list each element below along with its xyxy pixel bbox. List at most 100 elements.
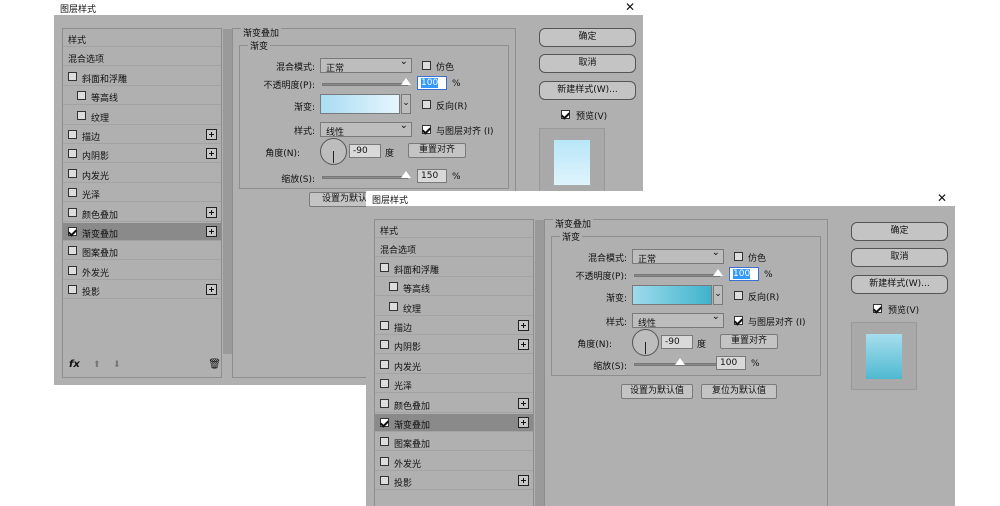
sidebar-item[interactable]: 内发光 [63, 165, 221, 183]
sidebar-checkbox[interactable] [380, 437, 389, 447]
slider-thumb[interactable] [675, 358, 685, 365]
angle-input[interactable]: -90 [661, 335, 693, 349]
new-style-button[interactable]: 新建样式(W)... [851, 275, 948, 294]
sidebar-checkbox[interactable] [68, 149, 77, 159]
ok-button[interactable]: 确定 [539, 28, 636, 47]
sidebar-item[interactable]: 描边 [375, 317, 533, 335]
sidebar-checkbox[interactable] [68, 71, 77, 81]
sidebar-item[interactable]: 颜色叠加 [63, 204, 221, 222]
sidebar-item[interactable]: 混合选项 [375, 239, 533, 258]
angle-dial[interactable] [320, 138, 347, 165]
sidebar-item[interactable]: 斜面和浮雕 [375, 259, 533, 277]
align-with-layer-checkbox[interactable] [734, 316, 743, 325]
sidebar-item[interactable]: 光泽 [375, 375, 533, 394]
style-select[interactable]: 线性 [320, 120, 412, 138]
reverse-checkbox[interactable] [422, 100, 431, 109]
chevron-down-icon[interactable]: ⌄ [401, 94, 411, 114]
sidebar-item[interactable]: 混合选项 [63, 48, 221, 67]
new-style-button[interactable]: 新建样式(W)... [539, 81, 636, 100]
sidebar-item[interactable]: 投影 [375, 472, 533, 491]
cancel-button[interactable]: 取消 [539, 54, 636, 73]
add-effect-icon[interactable] [518, 475, 529, 487]
scale-slider[interactable] [634, 358, 720, 366]
sidebar-checkbox[interactable] [68, 265, 77, 275]
gradient-swatch[interactable] [320, 94, 400, 114]
add-effect-icon[interactable] [518, 339, 529, 351]
reset-alignment-button[interactable]: 重置对齐 [720, 334, 778, 349]
sidebar-checkbox[interactable] [380, 321, 389, 330]
sidebar-item[interactable]: 样式 [375, 220, 533, 238]
sidebar-scrollbar[interactable] [223, 29, 232, 354]
sidebar-checkbox[interactable] [380, 456, 389, 466]
sidebar-item[interactable]: 等高线 [375, 278, 533, 297]
sidebar-item[interactable]: 投影 [63, 281, 221, 300]
blend-mode-select[interactable]: 正常 [632, 247, 724, 265]
sidebar-checkbox[interactable] [68, 168, 77, 178]
sidebar-item[interactable]: 描边 [63, 126, 221, 144]
add-effect-icon[interactable] [518, 417, 529, 428]
sidebar-item[interactable]: 内阴影 [375, 336, 533, 355]
sidebar-item[interactable]: 外发光 [375, 453, 533, 471]
sidebar-item[interactable]: 斜面和浮雕 [63, 68, 221, 86]
sidebar-item[interactable]: 光泽 [63, 184, 221, 203]
set-default-button[interactable]: 设置为默认值 [621, 384, 693, 399]
sidebar-checkbox[interactable] [389, 301, 398, 311]
slider-thumb[interactable] [401, 78, 411, 85]
chevron-down-icon[interactable]: ⌄ [713, 285, 723, 305]
angle-input[interactable]: -90 [349, 144, 381, 158]
style-select[interactable]: 线性 [632, 311, 724, 329]
scale-input[interactable]: 150 [417, 169, 447, 183]
reset-to-default-button[interactable]: 复位为默认值 [701, 384, 777, 399]
preview-checkbox[interactable] [561, 110, 570, 119]
sidebar-checkbox[interactable] [68, 130, 77, 139]
sidebar-item[interactable]: 样式 [63, 29, 221, 47]
add-effect-icon[interactable] [206, 284, 217, 296]
add-effect-icon[interactable] [206, 129, 217, 140]
add-effect-icon[interactable] [206, 148, 217, 160]
sidebar-checkbox[interactable] [77, 110, 86, 120]
sidebar-item[interactable]: 图案叠加 [63, 242, 221, 261]
slider-thumb[interactable] [401, 171, 411, 178]
gradient-swatch[interactable] [632, 285, 712, 305]
opacity-slider[interactable] [634, 269, 723, 277]
sidebar-item[interactable]: 渐变叠加 [63, 223, 221, 241]
opacity-input[interactable]: 100 [729, 267, 759, 281]
reset-alignment-button[interactable]: 重置对齐 [408, 143, 466, 158]
arrow-up-icon[interactable]: ⬆ [93, 360, 101, 370]
add-effect-icon[interactable] [518, 397, 529, 409]
scale-slider[interactable] [322, 171, 411, 179]
sidebar-checkbox[interactable] [380, 340, 389, 350]
cancel-button[interactable]: 取消 [851, 248, 948, 267]
sidebar-checkbox[interactable] [68, 285, 77, 295]
angle-dial[interactable] [632, 329, 659, 356]
sidebar-item[interactable]: 纹理 [63, 107, 221, 125]
trash-icon[interactable]: 🗑 [208, 359, 221, 370]
sidebar-item[interactable]: 渐变叠加 [375, 414, 533, 432]
add-effect-icon[interactable] [206, 206, 217, 218]
add-effect-icon[interactable] [518, 320, 529, 331]
sidebar-item[interactable]: 外发光 [63, 262, 221, 280]
preview-checkbox[interactable] [873, 304, 882, 313]
sidebar-checkbox[interactable] [77, 91, 86, 101]
slider-thumb[interactable] [713, 269, 723, 276]
sidebar-checkbox[interactable] [380, 379, 389, 389]
sidebar-item[interactable]: 内阴影 [63, 145, 221, 164]
sidebar-item[interactable]: 纹理 [375, 298, 533, 316]
sidebar-checkbox[interactable] [389, 282, 398, 292]
sidebar-checkbox[interactable] [380, 418, 389, 427]
blend-mode-select[interactable]: 正常 [320, 56, 412, 74]
sidebar-item[interactable]: 图案叠加 [375, 433, 533, 452]
sidebar-item[interactable]: 颜色叠加 [375, 395, 533, 413]
sidebar-checkbox[interactable] [68, 246, 77, 256]
sidebar-checkbox[interactable] [380, 359, 389, 369]
sidebar-checkbox[interactable] [68, 188, 77, 198]
opacity-input[interactable]: 100 [417, 76, 447, 90]
arrow-down-icon[interactable]: ⬇ [113, 360, 121, 370]
sidebar-checkbox[interactable] [68, 227, 77, 236]
align-with-layer-checkbox[interactable] [422, 125, 431, 134]
fx-icon[interactable]: fx [69, 359, 80, 370]
reverse-checkbox[interactable] [734, 291, 743, 300]
sidebar-scrollbar[interactable] [535, 220, 544, 506]
ok-button[interactable]: 确定 [851, 222, 948, 241]
sidebar-checkbox[interactable] [68, 207, 77, 217]
